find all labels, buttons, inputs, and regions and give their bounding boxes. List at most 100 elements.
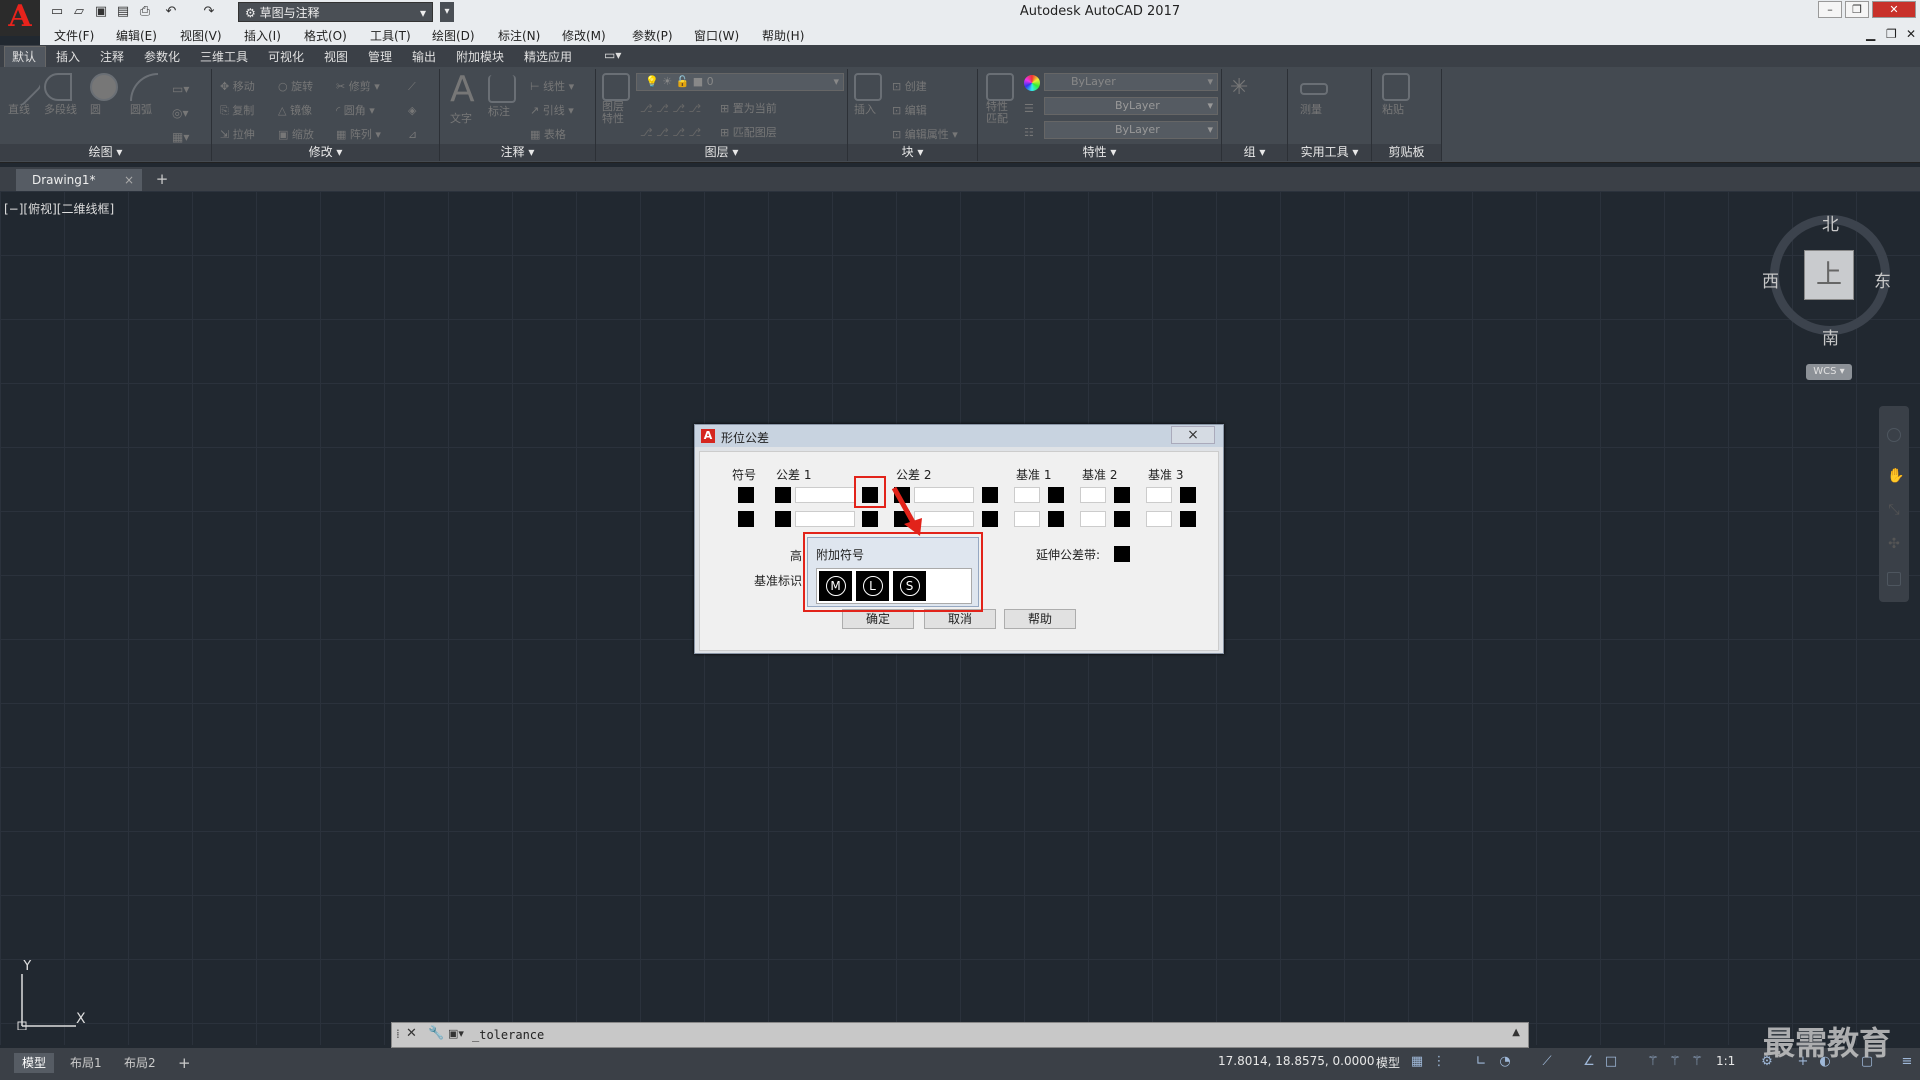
match-layer-tool[interactable]: 匹配图层	[733, 126, 777, 139]
panel-utilities-title[interactable]: 实用工具 ▾	[1288, 144, 1371, 161]
customize-quick-access-icon[interactable]: ▾	[440, 2, 454, 22]
tol1-material-swatch-2[interactable]	[862, 511, 878, 527]
orbit-icon[interactable]: ✣	[1887, 536, 1901, 552]
tab-annotate[interactable]: 注释	[100, 48, 124, 65]
tab-output[interactable]: 输出	[412, 48, 436, 65]
leader-tool[interactable]: 引线	[543, 104, 565, 117]
menu-tools[interactable]: 工具(T)	[370, 27, 411, 44]
panel-draw-title[interactable]: 绘图 ▾	[0, 144, 211, 161]
tab-visualize[interactable]: 可视化	[268, 48, 304, 65]
modify-extra-icons[interactable]: ⟋ ◈ ⊿	[408, 75, 417, 147]
snap-icon[interactable]: ⋮	[1432, 1055, 1446, 1069]
annotation-visibility-icon[interactable]: ⚚	[1646, 1055, 1660, 1069]
tab-view[interactable]: 视图	[324, 48, 348, 65]
tol1-value-field-2[interactable]	[795, 511, 855, 527]
menu-parametric[interactable]: 参数(P)	[632, 27, 673, 44]
move-tool[interactable]: 移动	[233, 80, 255, 93]
doc-minimize-icon[interactable]: ▁	[1866, 27, 1875, 41]
menu-file[interactable]: 文件(F)	[54, 27, 94, 44]
scale-tool[interactable]: 缩放	[292, 128, 314, 141]
osnap-icon[interactable]: □	[1604, 1055, 1618, 1069]
grip-icon[interactable]: ⁞	[396, 1027, 400, 1041]
new-file-icon[interactable]: ▭	[48, 3, 66, 21]
cancel-button[interactable]: 取消	[924, 609, 996, 629]
tab-manage[interactable]: 管理	[368, 48, 392, 65]
color-dropdown[interactable]: ByLayer ▾	[1044, 73, 1218, 91]
panel-layers-title[interactable]: 图层 ▾	[596, 144, 847, 161]
menu-help[interactable]: 帮助(H)	[762, 27, 804, 44]
set-current-tool[interactable]: 置为当前	[733, 102, 777, 115]
datum3-field-1[interactable]	[1146, 487, 1172, 503]
compass-west[interactable]: 西	[1762, 267, 1779, 292]
layer-tool-icons[interactable]: ⎇ ⎇ ⎇ ⎇ ⎇ ⎇ ⎇ ⎇	[640, 97, 701, 145]
menu-modify[interactable]: 修改(M)	[562, 27, 606, 44]
doc-restore-icon[interactable]: ❐	[1886, 27, 1897, 41]
line-tool[interactable]: 直线	[2, 67, 42, 117]
viewcube-top-face[interactable]: 上	[1804, 250, 1854, 300]
polyline-tool[interactable]: 多段线	[44, 73, 77, 117]
undo-icon[interactable]: ↶	[162, 3, 180, 21]
dimension-tool[interactable]: 标注	[488, 75, 516, 119]
customize-icon[interactable]: ≡	[1900, 1055, 1914, 1069]
datum2-material-swatch-1[interactable]	[1114, 487, 1130, 503]
drawing-tab[interactable]: Drawing1* ×	[16, 169, 142, 191]
save-as-icon[interactable]: ▤	[114, 3, 132, 21]
dialog-title-bar[interactable]: A 形位公差 ×	[695, 425, 1223, 447]
table-tool[interactable]: 表格	[544, 128, 566, 141]
match-properties-tool[interactable]: 特性匹配	[986, 73, 1016, 125]
osnap-track-icon[interactable]: ∠	[1582, 1055, 1596, 1069]
projected-tolerance-swatch[interactable]	[1114, 546, 1130, 562]
compass-south[interactable]: 南	[1822, 324, 1839, 349]
circle-tool[interactable]: 圆	[90, 73, 118, 117]
ortho-icon[interactable]: ∟	[1474, 1055, 1488, 1069]
pan-icon[interactable]: ✋	[1887, 468, 1904, 484]
tab-3d-tools[interactable]: 三维工具	[200, 48, 248, 65]
arc-tool[interactable]: 圆弧	[130, 73, 158, 117]
auto-scale-icon[interactable]: ⚚	[1668, 1055, 1682, 1069]
tol1-dia-swatch-1[interactable]	[775, 487, 791, 503]
tol2-material-swatch-1[interactable]	[982, 487, 998, 503]
command-input[interactable]: _tolerance	[472, 1028, 544, 1042]
linear-tool[interactable]: 线性	[543, 80, 565, 93]
cmd-history-icon[interactable]: ▲	[1512, 1027, 1520, 1038]
tab-model[interactable]: 模型	[14, 1053, 55, 1073]
grid-icon[interactable]: ▦	[1410, 1055, 1424, 1069]
open-file-icon[interactable]: ▱	[70, 3, 88, 21]
panel-clipboard-title[interactable]: 剪贴板	[1372, 144, 1441, 161]
panel-annotation-title[interactable]: 注释 ▾	[440, 144, 595, 161]
command-line[interactable]: ⁞ ✕ 🔧 ▣▾ _tolerance ▲	[391, 1022, 1529, 1048]
tab-default[interactable]: 默认	[12, 48, 36, 65]
help-button[interactable]: 帮助	[1004, 609, 1076, 629]
datum3-material-swatch-2[interactable]	[1180, 511, 1196, 527]
panel-properties-title[interactable]: 特性 ▾	[978, 144, 1221, 161]
stretch-tool[interactable]: 拉伸	[233, 128, 255, 141]
tab-featured-apps[interactable]: 精选应用	[524, 48, 572, 65]
datum2-field-2[interactable]	[1080, 511, 1106, 527]
tab-layout2[interactable]: 布局2	[116, 1053, 164, 1073]
menu-window[interactable]: 窗口(W)	[694, 27, 739, 44]
isodraft-icon[interactable]: ⟋	[1540, 1055, 1554, 1069]
ok-button[interactable]: 确定	[842, 609, 914, 629]
new-tab-icon[interactable]: +	[152, 170, 172, 188]
fillet-tool[interactable]: 圆角	[344, 104, 366, 117]
text-tool[interactable]: A 文字	[450, 69, 475, 126]
group-icon[interactable]: ✳	[1230, 75, 1248, 100]
coordinates-readout[interactable]: 17.8014, 18.8575, 0.0000	[1218, 1054, 1375, 1068]
datum3-field-2[interactable]	[1146, 511, 1172, 527]
draw-more-icons[interactable]: ▭▾ ◎▾ ▦▾	[172, 77, 189, 149]
symbol-swatch-1[interactable]	[738, 487, 754, 503]
datum1-material-swatch-1[interactable]	[1048, 487, 1064, 503]
customize-cmd-icon[interactable]: 🔧	[428, 1026, 444, 1041]
rotate-tool[interactable]: 旋转	[291, 80, 313, 93]
close-tab-icon[interactable]: ×	[124, 169, 142, 191]
measure-tool[interactable]: 测量	[1300, 73, 1328, 117]
compass-east[interactable]: 东	[1874, 267, 1891, 292]
datum3-material-swatch-1[interactable]	[1180, 487, 1196, 503]
menu-dimension[interactable]: 标注(N)	[498, 27, 540, 44]
annotation-scale[interactable]: 1:1	[1716, 1054, 1735, 1068]
panel-groups-title[interactable]: 组 ▾	[1222, 144, 1287, 161]
restore-button[interactable]: ❐	[1845, 1, 1869, 18]
datum2-material-swatch-2[interactable]	[1114, 511, 1130, 527]
menu-insert[interactable]: 插入(I)	[244, 27, 281, 44]
dialog-close-button[interactable]: ×	[1171, 426, 1215, 444]
